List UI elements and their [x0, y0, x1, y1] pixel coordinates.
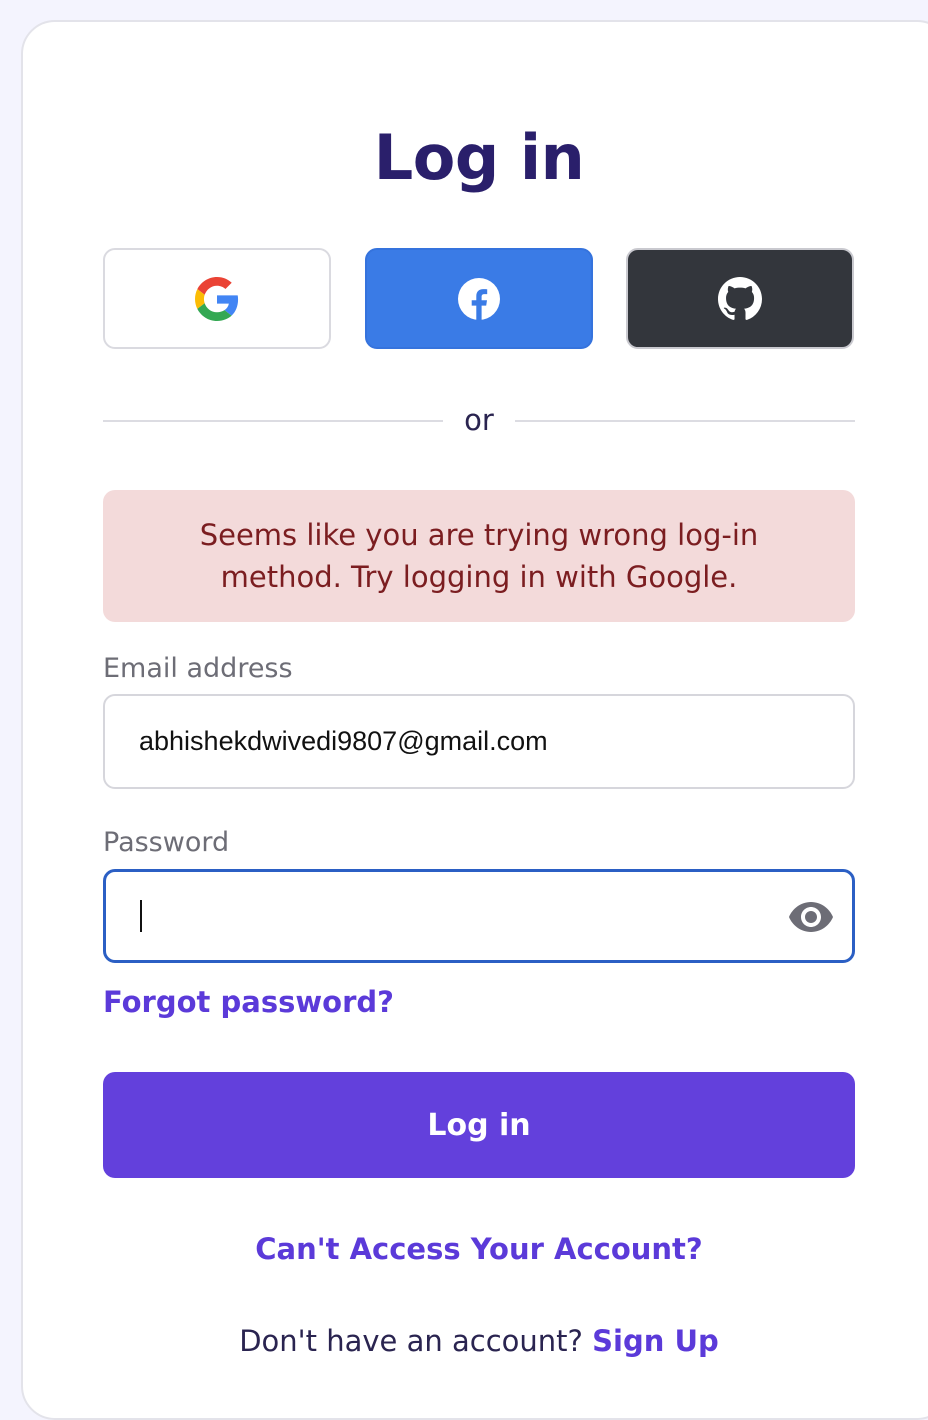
login-button[interactable]: Log in [103, 1072, 855, 1178]
facebook-icon [458, 277, 500, 320]
text-caret [140, 900, 142, 932]
no-account-text: Don't have an account? [239, 1324, 583, 1358]
github-icon [718, 276, 762, 320]
signup-link[interactable]: Sign Up [592, 1324, 719, 1358]
divider-or: or [464, 403, 494, 437]
email-value: abhishekdwivedi9807@gmail.com [139, 726, 548, 756]
error-alert: Seems like you are trying wrong log-in m… [103, 490, 855, 622]
email-field[interactable]: abhishekdwivedi9807@gmail.com [103, 694, 855, 789]
divider-line-right [515, 420, 855, 422]
error-alert-message: Seems like you are trying wrong log-in m… [199, 518, 759, 594]
facebook-login-button[interactable] [365, 248, 593, 349]
password-field[interactable] [103, 869, 855, 963]
google-login-button[interactable] [103, 248, 331, 349]
login-button-label: Log in [427, 1107, 531, 1143]
eye-icon[interactable] [788, 900, 834, 934]
email-label: Email address [103, 653, 293, 684]
google-icon [195, 276, 239, 321]
github-login-button[interactable] [626, 248, 854, 349]
cant-access-account-link[interactable]: Can't Access Your Account? [0, 1229, 928, 1269]
signup-prompt: Don't have an account? Sign Up [0, 1321, 928, 1361]
password-label: Password [103, 827, 230, 858]
forgot-password-link[interactable]: Forgot password? [103, 982, 394, 1022]
page-title: Log in [373, 121, 585, 194]
divider-line-left [103, 420, 443, 422]
